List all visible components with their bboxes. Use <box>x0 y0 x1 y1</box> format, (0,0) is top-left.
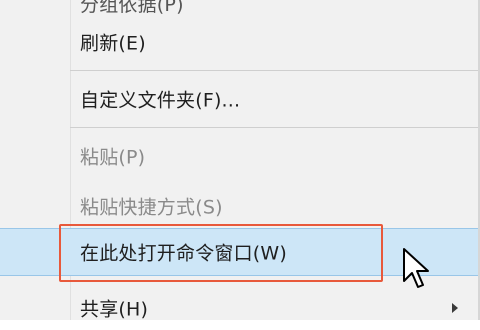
chevron-right-icon <box>452 303 458 313</box>
menu-item-customize-folder[interactable]: 自定义文件夹(F)... <box>0 77 480 121</box>
menu-separator <box>70 70 478 71</box>
menu-item-label: 粘贴快捷方式(S) <box>80 196 223 219</box>
menu-item-label: 刷新(E) <box>80 32 146 55</box>
context-menu: 分组依据(P) 刷新(E) 自定义文件夹(F)... 粘贴(P) 粘贴快捷方式(… <box>0 0 480 321</box>
highlight-callout-box <box>59 224 383 282</box>
menu-item-paste: 粘贴(P) <box>0 134 480 178</box>
menu-item-label: 粘贴(P) <box>80 146 146 169</box>
menu-item-label: 共享(H) <box>80 298 149 321</box>
menu-item-paste-shortcut: 粘贴快捷方式(S) <box>0 184 480 228</box>
menu-item-label: 分组依据(P) <box>80 0 184 16</box>
menu-item-refresh[interactable]: 刷新(E) <box>0 20 480 64</box>
menu-separator <box>70 127 478 128</box>
menu-item-label: 自定义文件夹(F)... <box>80 89 241 112</box>
mouse-cursor-icon <box>403 248 429 288</box>
